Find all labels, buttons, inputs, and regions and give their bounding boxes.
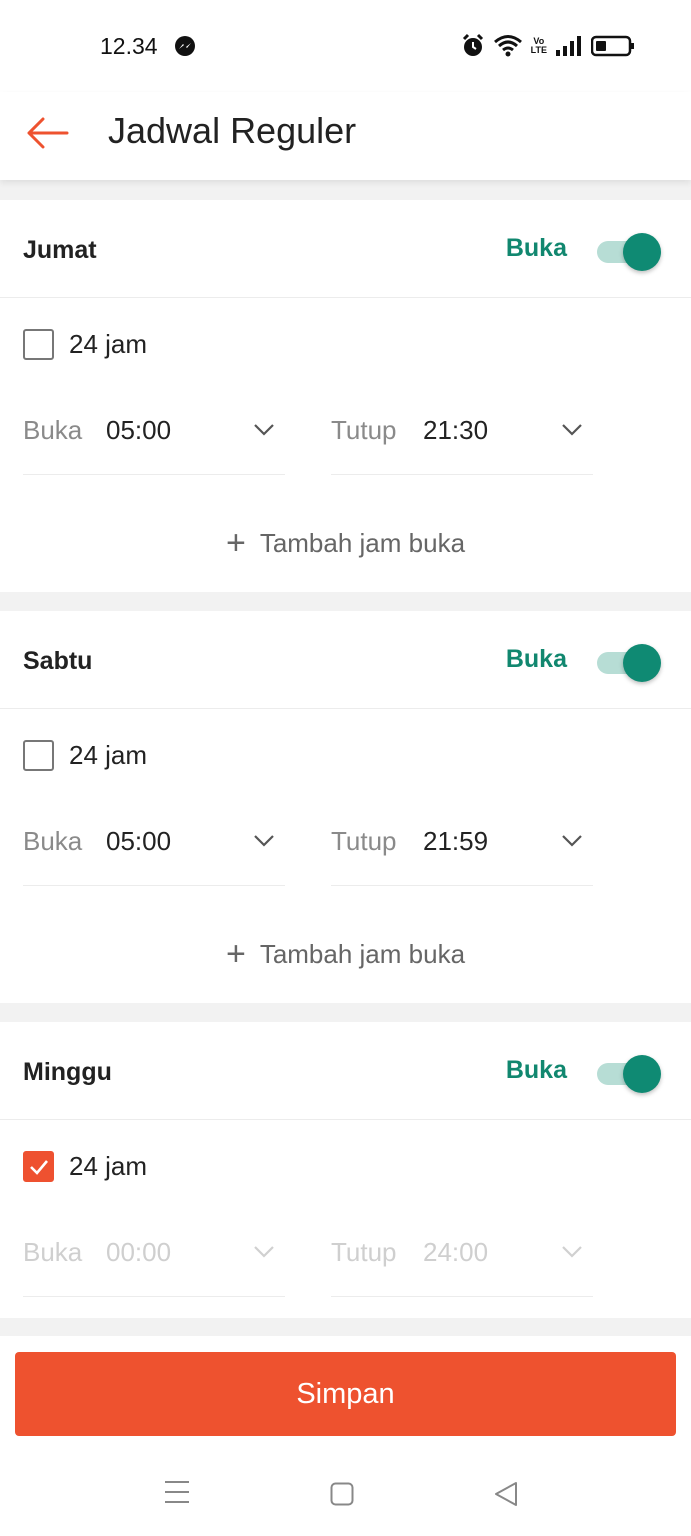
toggle-knob xyxy=(623,233,661,271)
all-day-checkbox[interactable] xyxy=(23,740,54,771)
open-time-label: Buka xyxy=(23,415,83,445)
open-time-label: Buka xyxy=(23,1237,83,1267)
wifi-icon xyxy=(493,34,523,58)
all-day-checkbox[interactable] xyxy=(23,329,54,360)
all-day-option[interactable]: 24 jam xyxy=(23,740,147,771)
toggle-knob xyxy=(623,1055,661,1093)
day-card-jumat: Jumat Buka 24 jam Buka 05:00 Tutup 21:30… xyxy=(0,200,691,592)
close-time-label: Tutup xyxy=(331,415,397,445)
open-time-select[interactable]: Buka 05:00 xyxy=(23,802,285,886)
bottom-bar: Simpan xyxy=(0,1336,691,1536)
back-button[interactable] xyxy=(22,108,72,158)
close-time-value: 21:30 xyxy=(423,415,489,445)
volte-icon: Vo LTE xyxy=(531,37,547,55)
open-toggle[interactable] xyxy=(597,233,661,271)
add-opening-hours-label: Tambah jam buka xyxy=(259,938,466,969)
close-time-value: 21:59 xyxy=(423,826,489,856)
chevron-down-icon xyxy=(562,424,582,436)
close-time-label: Tutup xyxy=(331,826,397,856)
open-status-label: Buka xyxy=(505,234,567,262)
chevron-down-icon xyxy=(562,1246,582,1258)
day-card-header: Sabtu Buka xyxy=(0,611,691,709)
day-name: Sabtu xyxy=(23,647,93,675)
day-card-sabtu: Sabtu Buka 24 jam Buka 05:00 Tutup 21:59… xyxy=(0,611,691,1003)
save-button[interactable]: Simpan xyxy=(15,1352,676,1436)
battery-icon xyxy=(591,35,635,57)
all-day-label: 24 jam xyxy=(69,329,148,359)
chevron-down-icon xyxy=(562,835,582,847)
chevron-down-icon xyxy=(254,1246,274,1258)
close-time-select: Tutup 24:00 xyxy=(331,1213,593,1297)
add-opening-hours-button[interactable]: + Tambah jam buka xyxy=(0,937,691,971)
open-time-value: 05:00 xyxy=(106,826,172,856)
status-icons: Vo LTE xyxy=(461,32,635,60)
open-status-label: Buka xyxy=(505,645,567,673)
open-time-select: Buka 00:00 xyxy=(23,1213,285,1297)
open-toggle[interactable] xyxy=(597,644,661,682)
open-toggle[interactable] xyxy=(597,1055,661,1093)
day-card-header: Minggu Buka xyxy=(0,1022,691,1120)
app-header: Jadwal Reguler xyxy=(0,92,691,180)
messenger-icon xyxy=(174,35,196,57)
home-icon[interactable] xyxy=(330,1482,354,1506)
check-icon xyxy=(29,1159,48,1175)
close-time-select[interactable]: Tutup 21:30 xyxy=(331,391,593,475)
status-time: 12.34 xyxy=(100,33,158,59)
alarm-icon xyxy=(461,33,485,59)
day-card-minggu: Minggu Buka 24 jam Buka 00:00 Tutup 24:0… xyxy=(0,1022,691,1318)
all-day-option[interactable]: 24 jam xyxy=(23,329,147,360)
plus-icon: + xyxy=(225,935,246,973)
add-opening-hours-button[interactable]: + Tambah jam buka xyxy=(0,526,691,560)
open-time-value: 05:00 xyxy=(106,415,172,445)
day-name: Jumat xyxy=(23,236,97,264)
signal-icon xyxy=(555,35,583,57)
open-time-value: 00:00 xyxy=(106,1237,172,1267)
toggle-knob xyxy=(623,644,661,682)
close-time-select[interactable]: Tutup 21:59 xyxy=(331,802,593,886)
close-time-value: 24:00 xyxy=(423,1237,489,1267)
all-day-label: 24 jam xyxy=(69,1151,148,1181)
open-status-label: Buka xyxy=(505,1056,567,1084)
back-triangle-icon[interactable] xyxy=(494,1481,518,1507)
chevron-down-icon xyxy=(254,835,274,847)
chevron-down-icon xyxy=(254,424,274,436)
status-bar: 12.34 Vo LTE xyxy=(0,0,691,92)
page-title: Jadwal Reguler xyxy=(108,110,357,151)
menu-icon[interactable] xyxy=(164,1480,190,1504)
open-time-select[interactable]: Buka 05:00 xyxy=(23,391,285,475)
day-name: Minggu xyxy=(23,1058,112,1086)
all-day-checkbox[interactable] xyxy=(23,1151,54,1182)
all-day-option[interactable]: 24 jam xyxy=(23,1151,147,1182)
all-day-label: 24 jam xyxy=(69,740,148,770)
close-time-label: Tutup xyxy=(331,1237,397,1267)
volte-bottom: LTE xyxy=(530,45,547,55)
arrow-left-icon xyxy=(27,117,69,149)
add-opening-hours-label: Tambah jam buka xyxy=(259,527,466,558)
day-card-header: Jumat Buka xyxy=(0,200,691,298)
open-time-label: Buka xyxy=(23,826,83,856)
plus-icon: + xyxy=(225,524,246,562)
